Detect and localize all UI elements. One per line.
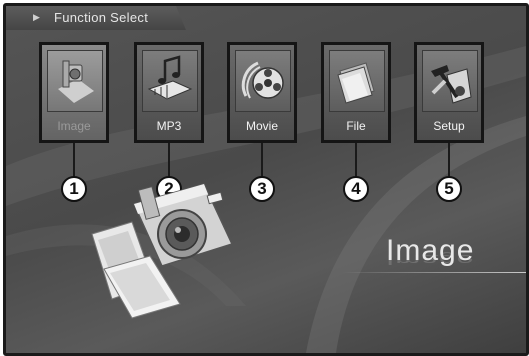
menu-label: MP3: [156, 119, 182, 133]
menu-label: File: [346, 119, 366, 133]
callout-3: 3: [249, 176, 275, 202]
setup-tools-icon: [422, 50, 478, 112]
camera-illustration: [91, 183, 234, 319]
menu-label: Movie: [245, 119, 278, 133]
callout-4: 4: [343, 176, 369, 202]
menu-button-movie[interactable]: Movie: [227, 42, 297, 143]
title-underline: [341, 272, 526, 273]
movie-reel-icon: [235, 50, 291, 112]
menu-button-image[interactable]: Image: [39, 42, 109, 143]
mp3-icon: [142, 50, 198, 112]
page-title: Function Select: [54, 10, 149, 25]
menu-button-setup[interactable]: Setup: [414, 42, 484, 143]
play-arrow-icon: ▶: [33, 12, 40, 22]
title-bar: ▶ Function Select: [6, 6, 186, 30]
file-icon: [329, 50, 385, 112]
menu-label: Setup: [433, 119, 465, 133]
callout-5: 5: [436, 176, 462, 202]
menu-label: Image: [57, 119, 91, 133]
menu-button-mp3[interactable]: MP3: [134, 42, 204, 143]
current-function-reflection: Image: [386, 251, 475, 269]
menu-button-file[interactable]: File: [321, 42, 391, 143]
function-select-screen: ▶ Function Select Image MP3 Movie File S…: [3, 3, 529, 356]
image-icon: [47, 50, 103, 112]
